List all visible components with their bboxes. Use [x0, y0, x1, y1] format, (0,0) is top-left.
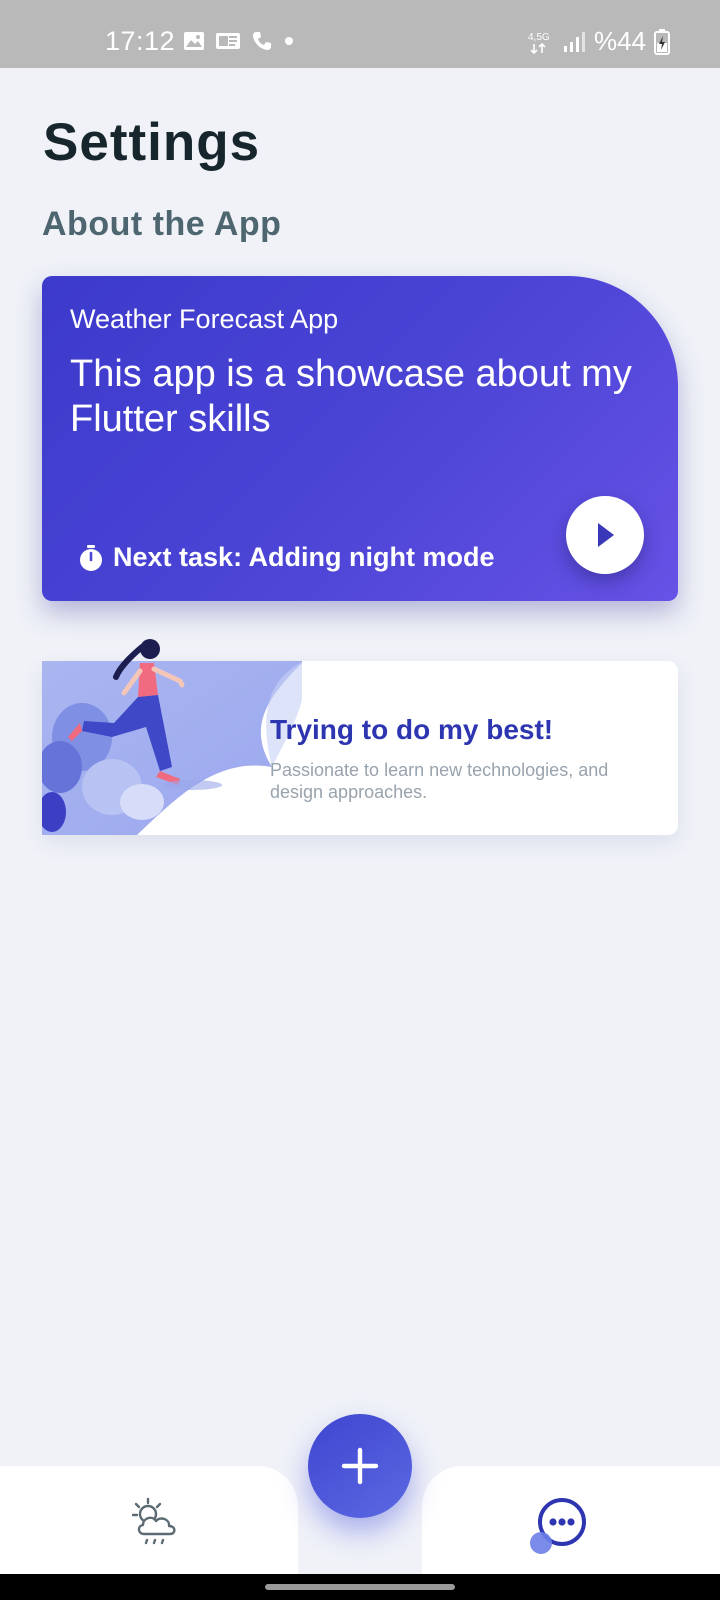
gesture-navigation-bar	[0, 1574, 720, 1600]
status-time: 17:12	[105, 26, 176, 56]
nav-more-button[interactable]	[530, 1496, 590, 1561]
signal-icon	[563, 31, 585, 52]
motivation-description: Passionate to learn new technologies, an…	[270, 760, 609, 802]
stopwatch-icon	[80, 544, 102, 571]
next-task: Next task: Adding night mode	[78, 542, 495, 573]
card-headline: This app is a showcase about my Flutter …	[70, 353, 632, 440]
card-eyebrow: Weather Forecast App	[70, 304, 339, 334]
more-icon	[530, 1498, 586, 1554]
phone-icon	[253, 32, 271, 50]
gesture-handle[interactable]	[265, 1584, 455, 1590]
notification-icon	[216, 33, 240, 49]
status-right: 4,5G %44	[528, 26, 670, 57]
battery-icon	[654, 28, 670, 55]
about-app-card[interactable]: Weather Forecast App This app is a showc…	[42, 276, 678, 601]
section-title: About the App	[42, 205, 282, 243]
status-bar: 17:12 4,5G %44	[0, 0, 720, 68]
status-notification-icons	[183, 30, 295, 52]
play-button[interactable]	[566, 496, 644, 574]
weather-icon	[131, 1497, 176, 1545]
motivation-card: Trying to do my best! Passionate to lear…	[42, 639, 678, 835]
network-icon: 4,5G	[528, 32, 550, 54]
dot-icon	[285, 37, 293, 45]
network-label: 4,5G	[528, 32, 550, 43]
next-task-label: Next task: Adding night mode	[113, 542, 495, 572]
nav-weather-button[interactable]	[130, 1496, 182, 1553]
image-icon	[184, 32, 204, 50]
add-button[interactable]	[308, 1414, 412, 1518]
plus-icon	[341, 1447, 379, 1485]
runner-illustration	[42, 639, 302, 835]
motivation-title: Trying to do my best!	[270, 714, 554, 745]
page-title: Settings	[43, 113, 261, 172]
play-icon	[598, 523, 614, 547]
battery-percent: %44	[593, 26, 646, 56]
